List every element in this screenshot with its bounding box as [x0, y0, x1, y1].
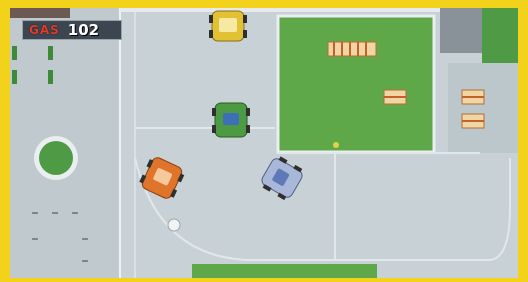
house-a — [383, 89, 407, 105]
hedge — [12, 70, 17, 84]
manhole — [167, 218, 181, 232]
gas-label: GAS — [29, 23, 60, 37]
house-row — [327, 41, 377, 57]
building-top-left — [10, 8, 70, 18]
hedge — [48, 46, 53, 60]
hedge — [12, 46, 17, 60]
map-layer — [10, 8, 518, 278]
game-screen: GAS 102 — [0, 0, 528, 282]
hydrant — [333, 142, 339, 148]
grass-lot — [278, 16, 434, 152]
right-sidewalk — [448, 63, 518, 153]
house-b — [461, 89, 485, 105]
gas-gauge: GAS 102 — [22, 20, 122, 40]
grass-corner — [482, 8, 518, 63]
car-green — [212, 102, 250, 138]
roundabout-island — [39, 141, 73, 175]
game-playfield[interactable] — [10, 8, 518, 278]
house-c — [461, 113, 485, 129]
car-yellow — [209, 10, 247, 42]
hedge — [48, 70, 53, 84]
grass-bottom — [192, 264, 377, 278]
gas-value: 102 — [67, 21, 100, 39]
